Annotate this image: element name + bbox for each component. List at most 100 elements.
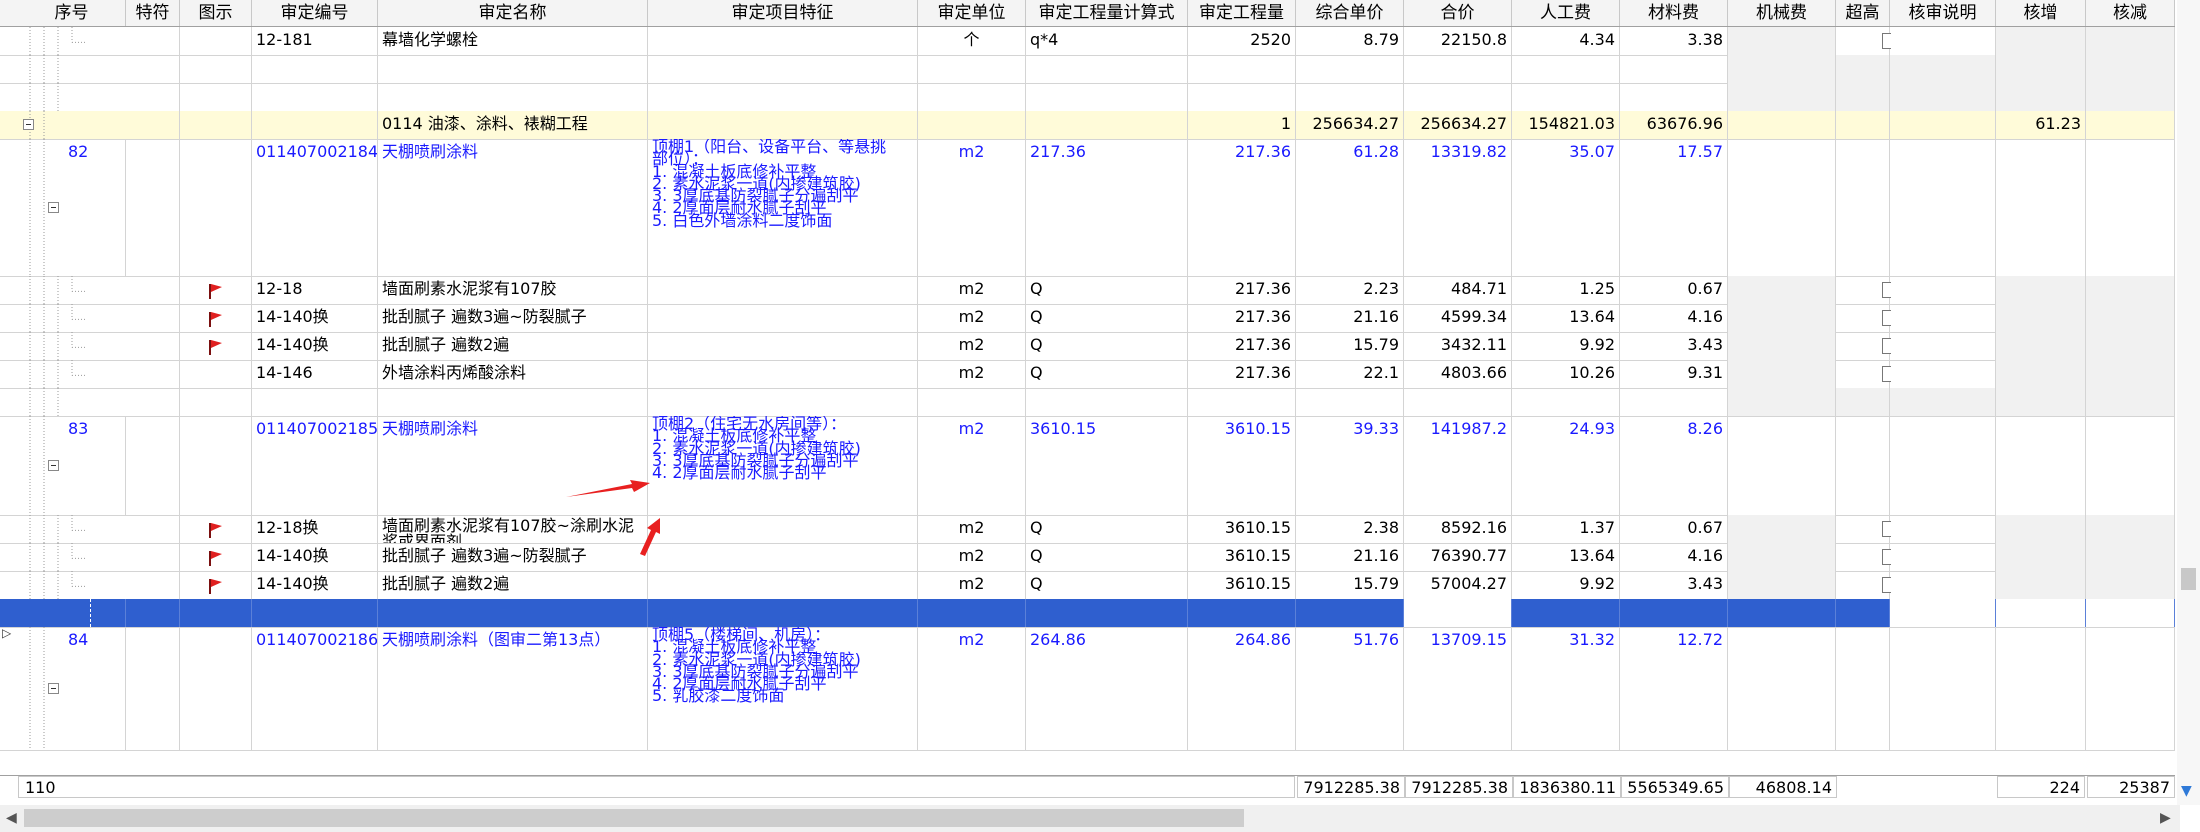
total-cell[interactable]: 4803.66 (1404, 360, 1512, 388)
increase-cell[interactable] (1996, 276, 2086, 304)
material-cell[interactable] (1620, 388, 1728, 416)
note-cell[interactable] (1890, 139, 1996, 276)
feature-cell[interactable] (648, 332, 918, 360)
name-cell[interactable] (378, 55, 648, 83)
machine-cell[interactable] (1728, 360, 1836, 388)
scroll-left-icon[interactable]: ◀ (6, 811, 17, 825)
formula-cell[interactable]: Q (1026, 304, 1188, 332)
note-cell[interactable] (1890, 276, 1996, 304)
overheight-cell[interactable] (1836, 416, 1890, 515)
increase-cell[interactable]: 61.23 (1996, 111, 2086, 139)
qty-cell[interactable] (1188, 55, 1296, 83)
note-cell[interactable] (1890, 360, 1996, 388)
diagram-cell[interactable] (180, 55, 252, 83)
material-cell[interactable]: 4.16 (1620, 543, 1728, 571)
total-cell[interactable]: 13319.82 (1404, 139, 1512, 276)
code-cell[interactable] (252, 55, 378, 83)
decrease-cell[interactable] (2086, 388, 2175, 416)
total-cell[interactable]: 141987.2 (1404, 416, 1512, 515)
total-cell[interactable]: 4599.34 (1404, 304, 1512, 332)
unit-price-cell[interactable]: 8.79 (1296, 27, 1404, 55)
formula-cell[interactable]: Q (1026, 360, 1188, 388)
code-cell[interactable]: 12-181 (252, 27, 378, 55)
overheight-cell[interactable] (1836, 388, 1890, 416)
material-cell[interactable]: 17.57 (1620, 139, 1728, 276)
qty-cell[interactable]: 217.36 (1188, 332, 1296, 360)
labor-cell[interactable]: 1.37 (1512, 515, 1620, 543)
diagram-cell[interactable] (180, 416, 252, 515)
col-header-unit-price[interactable]: 综合单价 (1296, 0, 1404, 26)
name-cell[interactable] (378, 83, 648, 111)
special-cell[interactable] (126, 276, 180, 304)
qty-cell[interactable]: 217.36 (1188, 139, 1296, 276)
code-cell[interactable] (252, 83, 378, 111)
increase-cell[interactable] (1996, 388, 2086, 416)
special-cell[interactable] (126, 139, 180, 276)
col-header-seq[interactable]: 序号 (18, 0, 126, 26)
decrease-cell[interactable] (2086, 360, 2175, 388)
note-cell[interactable] (1890, 388, 1996, 416)
overheight-cell[interactable] (1836, 627, 1890, 750)
material-cell[interactable] (1620, 55, 1728, 83)
labor-cell[interactable]: 4.34 (1512, 27, 1620, 55)
code-cell[interactable]: 12-18换 (252, 515, 378, 543)
grid-cell[interactable] (1026, 599, 1188, 627)
machine-cell[interactable] (1728, 55, 1836, 83)
overheight-cell[interactable] (1836, 139, 1890, 276)
formula-cell[interactable]: Q (1026, 332, 1188, 360)
overheight-checkbox[interactable] (1882, 282, 1891, 298)
machine-cell[interactable] (1728, 515, 1836, 543)
labor-cell[interactable] (1512, 83, 1620, 111)
code-cell[interactable]: 14-140换 (252, 304, 378, 332)
grid-cell[interactable] (1296, 599, 1404, 627)
diagram-cell[interactable] (180, 360, 252, 388)
col-header-formula[interactable]: 审定工程量计算式 (1026, 0, 1188, 26)
seq-number[interactable]: 82 (18, 139, 126, 276)
note-cell[interactable] (1890, 27, 1996, 55)
formula-cell[interactable]: 217.36 (1026, 139, 1188, 276)
feature-cell[interactable] (648, 571, 918, 599)
formula-cell[interactable]: Q (1026, 515, 1188, 543)
col-header-decrease[interactable]: 核减 (2086, 0, 2175, 26)
total-cell[interactable] (1404, 388, 1512, 416)
material-cell[interactable] (1620, 83, 1728, 111)
special-cell[interactable] (126, 304, 180, 332)
special-cell[interactable] (126, 416, 180, 515)
labor-cell[interactable]: 35.07 (1512, 139, 1620, 276)
unit-cell[interactable] (918, 388, 1026, 416)
feature-cell[interactable] (648, 388, 918, 416)
diagram-cell[interactable] (180, 139, 252, 276)
material-cell[interactable]: 63676.96 (1620, 111, 1728, 139)
unit-price-cell[interactable] (1296, 388, 1404, 416)
increase-cell[interactable] (1996, 416, 2086, 515)
special-cell[interactable] (126, 388, 180, 416)
machine-cell[interactable] (1728, 627, 1836, 750)
total-cell[interactable]: 484.71 (1404, 276, 1512, 304)
grid-cell[interactable] (918, 599, 1026, 627)
increase-cell[interactable] (1996, 139, 2086, 276)
col-header-total[interactable]: 合价 (1404, 0, 1512, 26)
name-cell[interactable]: 0114 油漆、涂料、裱糊工程 (378, 111, 648, 139)
labor-cell[interactable]: 1.25 (1512, 276, 1620, 304)
name-cell[interactable] (378, 388, 648, 416)
note-cell[interactable] (1890, 304, 1996, 332)
increase-cell[interactable] (1996, 543, 2086, 571)
formula-cell[interactable] (1026, 55, 1188, 83)
special-cell[interactable] (126, 111, 180, 139)
decrease-cell[interactable] (2086, 627, 2175, 750)
quota-row[interactable]: 14-140换 批刮腻子 遍数2遍 m2 Q 3610.15 15.79 57004.27 9… (0, 571, 2175, 600)
col-header-overheight[interactable]: 超高 (1836, 0, 1890, 26)
increase-cell[interactable] (1996, 360, 2086, 388)
note-cell[interactable] (1890, 332, 1996, 360)
note-cell[interactable] (1890, 627, 1996, 750)
unit-cell[interactable]: m2 (918, 416, 1026, 515)
col-header-material[interactable]: 材料费 (1620, 0, 1728, 26)
vertical-scrollbar[interactable]: ▼ (2177, 0, 2200, 805)
qty-cell[interactable]: 217.36 (1188, 276, 1296, 304)
labor-cell[interactable]: 13.64 (1512, 543, 1620, 571)
col-header-unit[interactable]: 审定单位 (918, 0, 1026, 26)
code-cell[interactable] (252, 111, 378, 139)
grid-cell[interactable] (1404, 599, 1512, 627)
name-cell[interactable]: 天棚喷刷涂料（图审二第13点） (378, 627, 648, 750)
col-header-qty[interactable]: 审定工程量 (1188, 0, 1296, 26)
